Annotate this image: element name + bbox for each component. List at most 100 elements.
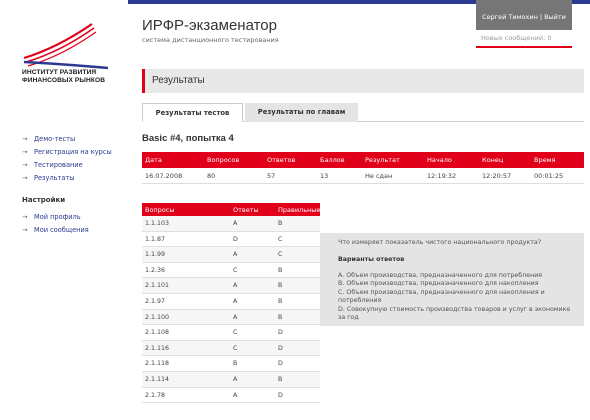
answer-cell: 2.1.108 [145,329,170,337]
section-header: Результаты [142,69,584,93]
question-text: Что измеряет показатель чистого национал… [338,239,542,246]
answer-cell: D [233,235,238,243]
answer-row[interactable]: 2.1.100 A B [142,309,320,326]
sidebar-item-label: Мой профиль [34,212,81,221]
summary-cell: 12:19:32 [427,172,457,180]
answer-row[interactable]: 2.1.78 A D [142,388,320,404]
answer-cell: A [233,220,238,227]
answer-cell: 1.2.36 [145,266,166,274]
summary-header-cell: Вопросов [207,156,240,164]
arrow-right-icon: → [22,173,28,182]
answer-cell: 1.1.99 [145,251,166,259]
answer-cell: 2.1.118 [145,360,170,368]
sidebar-item-demo-tests[interactable]: → Демо-тесты [22,132,132,145]
tab-test-results[interactable]: Результаты тестов [142,103,243,122]
answer-cell: 2.1.100 [145,313,170,321]
arrow-right-icon: → [22,212,28,221]
summary-cell: 12:20:57 [482,172,512,180]
sidebar-item-label: Результаты [34,173,75,182]
answer-cell: C [233,266,238,274]
answer-cell: 1.1.87 [145,235,166,243]
sidebar-item-registration[interactable]: → Регистрация на курсы [22,145,132,158]
logo-text: ИНСТИТУТ РАЗВИТИЯ ФИНАНСОВЫХ РЫНКОВ [22,69,105,85]
answer-option-d: D. Совокупную стоимость производства тов… [338,305,571,322]
answer-cell: A [233,282,238,290]
summary-cell: 80 [207,172,216,180]
sidebar-item-messages[interactable]: → Мои сообщения [22,223,132,236]
answer-cell: A [233,375,238,383]
answer-row[interactable]: 1.1.87 D C [142,232,320,248]
answer-cell: 2.1.116 [145,344,170,352]
answer-row[interactable]: 2.1.97 A B [142,294,320,310]
user-separator: | [539,13,543,21]
logout-link[interactable]: Выйти [544,13,566,21]
answer-row[interactable]: 2.1.114 A B [142,371,320,388]
summary-cell: 13 [320,172,329,180]
answer-cell: A [233,251,238,259]
answer-cell: B [278,375,283,383]
answer-cell: 2.1.78 [145,391,166,399]
new-messages[interactable]: Новых сообщений: 0 [476,30,572,48]
app-title: ИРФР-экзаменатор [142,17,277,34]
sidebar-item-label: Мои сообщения [34,225,89,234]
answers-header-cell: Правильные [278,206,321,214]
answer-row[interactable]: 1.2.36 C B [142,263,320,279]
answer-cell: D [278,391,283,399]
tabs: Результаты тестов Результаты по главам [142,103,584,122]
answer-row[interactable]: 1.1.103 A B [142,216,320,232]
summary-cell: 00:01:25 [534,172,564,180]
summary-table: Дата Вопросов Ответов Баллов Результат Н… [142,152,584,184]
answers-table: Вопросы Ответы Правильные 1.1.103 A B 1.1.8… [142,203,320,404]
answer-cell: A [233,297,238,305]
answer-row[interactable]: 1.1.99 A C [142,247,320,263]
attempt-title: Basic #4, попытка 4 [142,133,234,144]
summary-row: 16.07.2008 80 57 13 Не сдан 12:19:32 12:… [142,168,584,184]
answers-header-cell: Вопросы [145,206,175,214]
sidebar-item-results[interactable]: → Результаты [22,171,132,184]
answers-header-cell: Ответы [233,206,259,214]
answer-cell: A [233,391,238,399]
sidebar-item-label: Тестирование [34,160,83,169]
answer-cell: B [233,360,238,368]
answer-cell: B [278,282,283,290]
answer-cell: B [278,220,283,227]
answers-header-row: Вопросы Ответы Правильные [142,203,320,216]
answer-row[interactable]: 2.1.101 A B [142,278,320,294]
answer-option-c: C. Объем производства, предназначенного … [338,288,545,305]
answer-row[interactable]: 2.1.118 B D [142,356,320,372]
summary-header-cell: Баллов [320,156,345,164]
user-name[interactable]: Сергей Тимохин [482,13,538,21]
arrow-right-icon: → [22,134,28,143]
logo-line-1: ИНСТИТУТ РАЗВИТИЯ [22,69,97,76]
sidebar-item-testing[interactable]: → Тестирование [22,158,132,171]
sidebar-item-label: Демо-тесты [34,134,76,143]
summary-cell: Не сдан [365,172,393,180]
answer-row[interactable]: 2.1.108 C D [142,325,320,341]
summary-cell: 16.07.2008 [145,172,183,180]
variants-title: Варианты ответов [338,256,405,263]
summary-header-cell: Ответов [267,156,296,164]
answer-cell: D [278,344,283,352]
app-subtitle: система дистанционного тестирования [142,36,279,44]
answer-cell: C [233,329,238,337]
answer-cell: 1.1.103 [145,220,170,227]
sidebar: → Демо-тесты → Регистрация на курсы → Те… [22,132,132,236]
summary-cell: 57 [267,172,276,180]
page-title: Результаты [152,75,205,86]
arrow-right-icon: → [22,225,28,234]
tab-chapter-results[interactable]: Результаты по главам [245,103,358,122]
summary-header-row: Дата Вопросов Ответов Баллов Результат Н… [142,152,584,168]
answer-cell: C [278,235,283,243]
summary-header-cell: Дата [145,156,162,164]
answer-cell: B [278,266,283,274]
summary-header-cell: Результат [365,156,400,164]
question-panel: Что измеряет показатель чистого национал… [320,233,584,326]
sidebar-item-profile[interactable]: → Мой профиль [22,210,132,223]
answer-cell: D [278,329,283,337]
arrow-right-icon: → [22,147,28,156]
answer-cell: B [278,297,283,305]
answer-cell: 2.1.114 [145,375,170,383]
summary-header-cell: Время [534,156,556,164]
answer-cell: D [278,360,283,368]
answer-row[interactable]: 2.1.116 C D [142,340,320,357]
